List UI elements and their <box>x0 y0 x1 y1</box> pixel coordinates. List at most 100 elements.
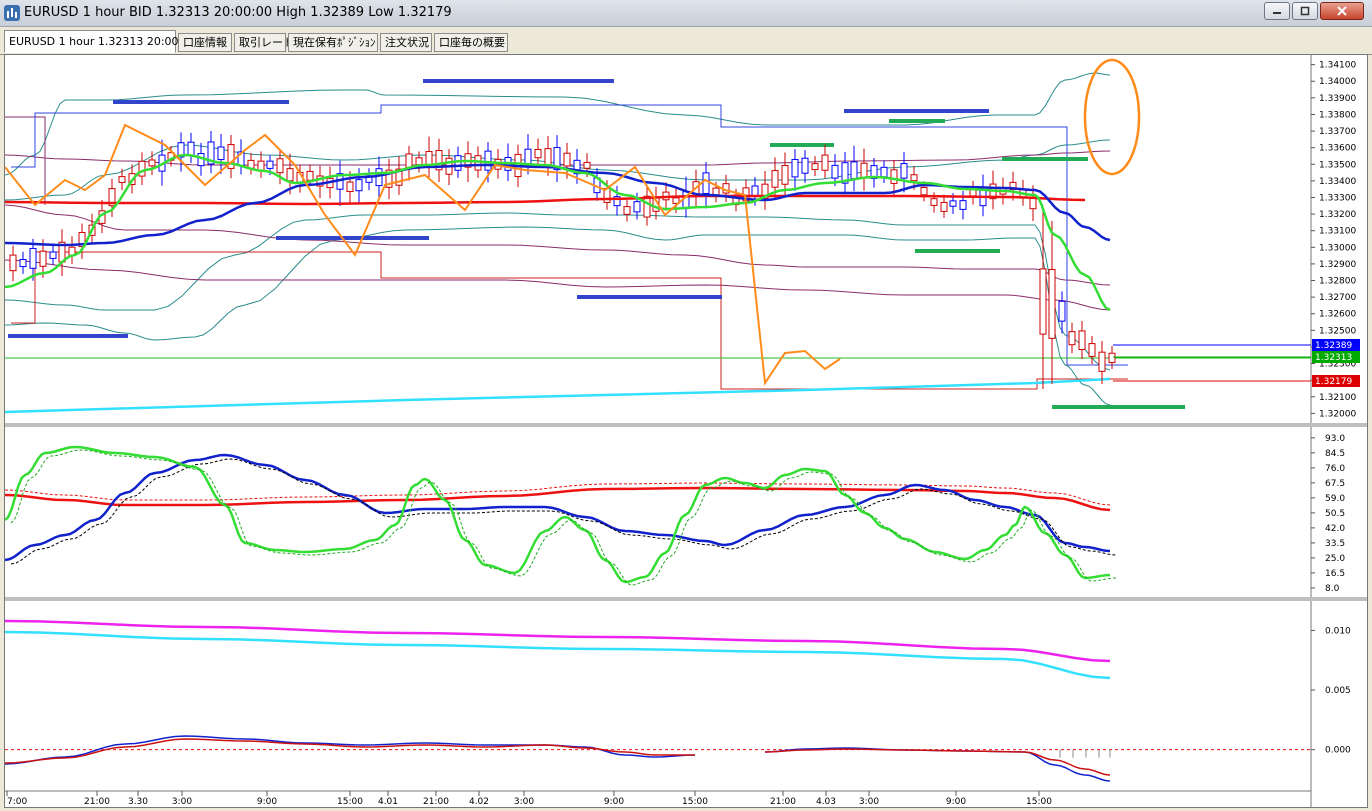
candle-body <box>415 157 423 166</box>
price-tick-label: 1.34100 <box>1319 61 1356 71</box>
title-bar: EURUSD 1 hour BID 1.32313 20:00:00 High … <box>0 0 1372 27</box>
window-controls <box>1264 2 1364 22</box>
tab-orders[interactable]: 注文状況 <box>380 33 432 52</box>
candle-body <box>1039 268 1047 335</box>
candle-body <box>19 259 27 268</box>
candle-body <box>355 179 363 192</box>
price-tick-label: 1.34000 <box>1319 77 1356 87</box>
candle-body <box>266 160 274 169</box>
price-tick-label: 1.33600 <box>1319 144 1356 154</box>
price-tick-label: 1.33700 <box>1319 127 1356 137</box>
candle-body <box>633 201 641 213</box>
panel-separator <box>5 597 1367 601</box>
candle-body <box>1108 352 1116 363</box>
candle-body <box>1058 300 1066 322</box>
price-tick-label: 1.32100 <box>1319 393 1356 403</box>
price-tick-label: 1.33000 <box>1319 243 1356 253</box>
candle-body <box>1029 197 1037 210</box>
stoch-tick-label: 59.0 <box>1325 494 1345 504</box>
price-tick-label: 1.32700 <box>1319 293 1356 303</box>
time-tick-label: 7:00 <box>7 797 27 807</box>
candle-body <box>811 163 819 171</box>
candle-body <box>346 181 354 193</box>
window-title: EURUSD 1 hour BID 1.32313 20:00:00 High … <box>24 5 452 20</box>
candle-body <box>138 160 146 177</box>
candle-body <box>49 251 57 259</box>
candle-body <box>425 151 433 166</box>
candle-body <box>880 166 888 178</box>
time-tick-label: 9:00 <box>946 797 966 807</box>
candle-body <box>930 198 938 206</box>
candle-body <box>771 170 779 188</box>
minimize-icon[interactable] <box>1264 2 1290 20</box>
candle-body <box>9 254 17 272</box>
chart-window: 1.34100 1.34000 1.33900 1.33800 1.33700 1.336… <box>4 54 1368 808</box>
tab-chart[interactable]: EURUSD 1 hour 1.32313 20:00:00 <box>4 30 196 53</box>
price-tick-label: 1.32000 <box>1319 409 1356 419</box>
tab-account-summary[interactable]: 口座毎の概要 <box>434 33 508 52</box>
stoch-tick-label: 25.0 <box>1325 554 1345 564</box>
candle-body <box>217 146 225 161</box>
time-tick-label: 21:00 <box>423 797 449 807</box>
candle-body <box>257 160 265 172</box>
time-tick-label: 3:00 <box>172 797 192 807</box>
candle-body <box>910 174 918 182</box>
close-icon[interactable] <box>1320 2 1364 20</box>
candle-body <box>860 162 868 179</box>
stoch-tick-label: 50.5 <box>1325 509 1345 519</box>
candle-body <box>544 148 552 167</box>
candle-body <box>850 161 858 179</box>
time-tick-label: 4.03 <box>816 797 836 807</box>
candle-body <box>831 164 839 179</box>
maximize-icon[interactable] <box>1292 2 1318 20</box>
tab-bar: EURUSD 1 hour 1.32313 20:00:00 口座情報 取引レー… <box>0 27 1372 55</box>
tab-rates[interactable]: 取引レート <box>234 33 294 52</box>
candle-body <box>940 201 948 212</box>
candle-body <box>781 165 789 185</box>
price-tick-label: 1.33200 <box>1319 210 1356 220</box>
stoch-tick-label: 16.5 <box>1325 569 1345 579</box>
time-tick-label: 15:00 <box>682 797 708 807</box>
stoch-tick-label: 93.0 <box>1325 434 1345 444</box>
candle-body <box>623 206 631 215</box>
candle-body <box>583 161 591 169</box>
tab-positions[interactable]: 現在保有ﾎﾟｼﾞｼｮﾝ <box>288 33 378 52</box>
candle-body <box>405 153 413 168</box>
candle-body <box>534 148 542 159</box>
candle-body <box>643 195 651 218</box>
time-tick-label: 4.01 <box>378 797 398 807</box>
macd-tick-label: 0.000 <box>1325 746 1351 756</box>
stoch-tick-label: 33.5 <box>1325 539 1345 549</box>
price-tick-label: 1.33900 <box>1319 94 1356 104</box>
candle-body <box>39 250 47 267</box>
price-tick-label: 1.33800 <box>1319 110 1356 120</box>
price-marker-label: 1.32313 <box>1315 353 1352 363</box>
stoch-tick-label: 42.0 <box>1325 524 1345 534</box>
candle-body <box>821 154 829 171</box>
candle-body <box>524 148 532 165</box>
candle-body <box>1048 269 1056 339</box>
chart-canvas[interactable]: 1.34100 1.34000 1.33900 1.33800 1.33700 1.336… <box>4 55 1367 807</box>
price-marker-label: 1.32389 <box>1315 341 1352 351</box>
candle-body <box>1078 330 1086 351</box>
stoch-tick-label: 76.0 <box>1325 464 1345 474</box>
candle-body <box>454 155 462 171</box>
candle-body <box>484 150 492 171</box>
candle-body <box>187 141 195 156</box>
candle-body <box>702 172 710 195</box>
time-tick-label: 21:00 <box>770 797 796 807</box>
time-tick-label: 9:00 <box>257 797 277 807</box>
time-tick-label: 4.02 <box>469 797 489 807</box>
candle-body <box>1068 331 1076 346</box>
candle-body <box>959 200 967 210</box>
candle-body <box>29 247 37 269</box>
time-tick-label: 9:00 <box>604 797 624 807</box>
candle-body <box>890 169 898 184</box>
tab-account-info[interactable]: 口座情報 <box>178 33 232 52</box>
candle-body <box>949 200 957 207</box>
stoch-tick-label: 84.5 <box>1325 449 1345 459</box>
macd-tick-label: 0.005 <box>1325 686 1351 696</box>
panel-separator <box>5 423 1367 427</box>
candle-body <box>286 168 294 182</box>
price-tick-label: 1.32900 <box>1319 260 1356 270</box>
